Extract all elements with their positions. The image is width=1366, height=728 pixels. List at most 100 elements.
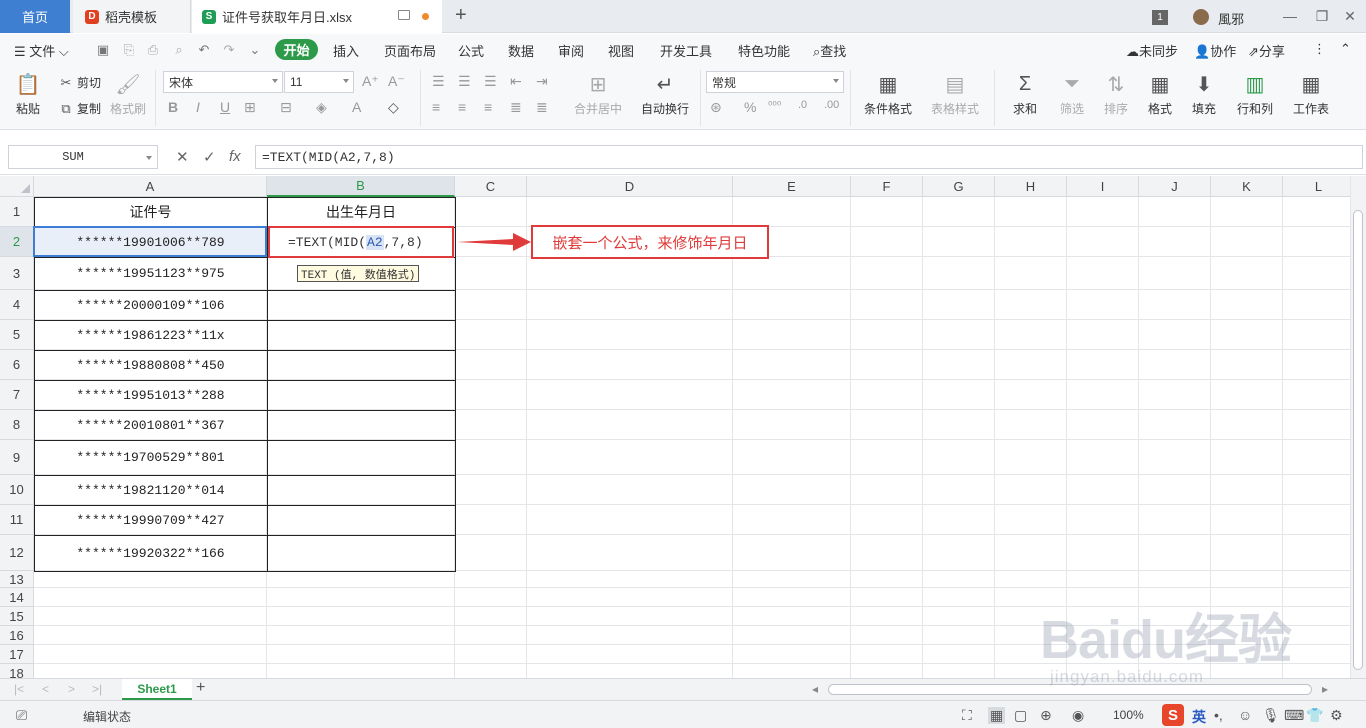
confirm-icon[interactable]: ✓ <box>203 148 216 166</box>
row-header-8[interactable]: 8 <box>0 410 34 440</box>
cell-b9[interactable] <box>267 440 455 475</box>
menu-formulas[interactable]: 公式 <box>458 41 484 60</box>
horizontal-scrollbar[interactable] <box>828 684 1312 695</box>
row-header-13[interactable]: 13 <box>0 571 34 588</box>
sheet-tab-sheet1[interactable]: Sheet1 <box>122 679 192 700</box>
menu-view[interactable]: 视图 <box>608 41 634 60</box>
menu-data[interactable]: 数据 <box>508 41 534 60</box>
indent-decrease-icon[interactable]: ⇤ <box>510 73 522 90</box>
worksheet-button[interactable]: ▦ 工作表 <box>1286 64 1336 117</box>
column-header-h[interactable]: H <box>995 176 1067 197</box>
merge-border-icon[interactable]: ⊟ <box>280 99 292 116</box>
cell-b5[interactable] <box>267 320 455 350</box>
export-icon[interactable]: ⎘ <box>122 43 136 56</box>
row-header-4[interactable]: 4 <box>0 290 34 320</box>
collapse-ribbon-icon[interactable]: ⌃ <box>1340 41 1351 57</box>
row-header-16[interactable]: 16 <box>0 626 34 645</box>
page-layout-view-icon[interactable]: ▢ <box>1014 707 1027 724</box>
undo-icon[interactable]: ↶ <box>197 43 211 56</box>
cell-a7[interactable]: ******19951013**288 <box>34 380 267 410</box>
border-icon[interactable]: ⊞ <box>244 99 256 116</box>
redo-icon[interactable]: ↷ <box>222 43 236 56</box>
fill-button[interactable]: ⬇ 填充 <box>1184 64 1224 117</box>
ime-logo-icon[interactable]: S <box>1162 704 1184 726</box>
menu-review[interactable]: 审阅 <box>558 41 584 60</box>
row-header-9[interactable]: 9 <box>0 440 34 475</box>
row-header-2[interactable]: 2 <box>0 227 34 257</box>
table-style-button[interactable]: ▤ 表格样式 <box>924 64 986 117</box>
user-avatar[interactable] <box>1193 9 1209 25</box>
menu-page-layout[interactable]: 页面布局 <box>384 41 436 60</box>
format-painter-button[interactable]: 🖌 格式刷 <box>108 64 148 117</box>
share-button[interactable]: ⇗分享 <box>1248 41 1285 60</box>
font-name-select[interactable]: 宋体 <box>163 71 283 93</box>
collaborate-button[interactable]: 👤协作 <box>1194 41 1236 60</box>
cell-b2-editor[interactable]: =TEXT(MID(A2,7,8) <box>268 226 454 258</box>
row-header-7[interactable]: 7 <box>0 380 34 410</box>
cell-b1[interactable]: 出生年月日 <box>267 197 455 227</box>
first-sheet-icon[interactable]: |< <box>14 682 24 696</box>
cell-a4[interactable]: ******20000109**106 <box>34 290 267 320</box>
vertical-scroll-thumb[interactable] <box>1353 210 1363 670</box>
row-header-1[interactable]: 1 <box>0 197 34 227</box>
ime-language[interactable]: 英 <box>1192 707 1206 727</box>
save-icon[interactable]: ▣ <box>96 43 110 56</box>
column-header-b[interactable]: B <box>267 176 455 197</box>
row-header-6[interactable]: 6 <box>0 350 34 380</box>
cell-b8[interactable] <box>267 410 455 440</box>
align-right-icon[interactable]: ≡ <box>484 99 492 115</box>
macro-record-icon[interactable]: ⎚ <box>16 707 27 724</box>
indent-increase-icon[interactable]: ⇥ <box>536 73 548 90</box>
merge-center-button[interactable]: ⊞ 合并居中 <box>566 64 630 117</box>
scroll-right-icon[interactable]: ▸ <box>1322 682 1328 696</box>
fullscreen-icon[interactable]: ⛶ <box>962 707 972 724</box>
cut-button[interactable]: ✂ 剪切 <box>58 74 101 91</box>
distribute-icon[interactable]: ≣ <box>536 99 548 116</box>
column-header-i[interactable]: I <box>1067 176 1139 197</box>
normal-view-icon[interactable]: ▦ <box>988 707 1006 724</box>
last-sheet-icon[interactable]: >| <box>92 682 102 696</box>
cell-b4[interactable] <box>267 290 455 320</box>
cell-a2[interactable]: ******19901006**789 <box>34 227 267 257</box>
cell-b12[interactable] <box>267 535 455 571</box>
eye-protection-icon[interactable]: ◉ <box>1072 707 1084 724</box>
row-header-3[interactable]: 3 <box>0 257 34 290</box>
column-header-f[interactable]: F <box>851 176 923 197</box>
cell-a5[interactable]: ******19861223**11x <box>34 320 267 350</box>
user-name[interactable]: 風邪 <box>1218 9 1244 28</box>
align-center-icon[interactable]: ≡ <box>458 99 466 115</box>
tools-icon[interactable]: ⚙ <box>1330 707 1343 724</box>
row-header-14[interactable]: 14 <box>0 588 34 607</box>
column-header-k[interactable]: K <box>1211 176 1283 197</box>
prev-sheet-icon[interactable]: < <box>42 682 49 696</box>
cell-a8[interactable]: ******20010801**367 <box>34 410 267 440</box>
row-header-17[interactable]: 17 <box>0 645 34 664</box>
tab-file[interactable]: S 证件号获取年月日.xlsx <box>192 0 442 33</box>
filter-button[interactable]: ⏷ 筛选 <box>1052 64 1092 117</box>
currency-icon[interactable]: ⊛ <box>710 99 722 116</box>
menu-start[interactable]: 开始 <box>275 39 318 60</box>
column-header-a[interactable]: A <box>34 176 267 197</box>
formula-reference[interactable]: A2 <box>366 234 384 250</box>
row-header-12[interactable]: 12 <box>0 535 34 571</box>
align-left-icon[interactable]: ≡ <box>432 99 440 115</box>
cell-b10[interactable] <box>267 475 455 505</box>
align-top-icon[interactable]: ☰ <box>432 73 445 90</box>
column-header-g[interactable]: G <box>923 176 995 197</box>
punctuation-icon[interactable]: •, <box>1214 707 1223 723</box>
cell-b11[interactable] <box>267 505 455 535</box>
formula-input[interactable]: =TEXT(MID(A2,7,8) <box>255 145 1363 169</box>
column-header-e[interactable]: E <box>733 176 851 197</box>
page-break-view-icon[interactable]: ⊕ <box>1040 707 1052 724</box>
cell-a1[interactable]: 证件号 <box>34 197 267 227</box>
row-col-button[interactable]: ▥ 行和列 <box>1230 64 1280 117</box>
wrap-text-button[interactable]: ↵ 自动换行 <box>636 64 694 117</box>
row-header-10[interactable]: 10 <box>0 475 34 505</box>
more-icon[interactable]: ⋮ <box>1313 41 1326 57</box>
row-header-11[interactable]: 11 <box>0 505 34 535</box>
window-count-badge[interactable]: 1 <box>1152 10 1168 25</box>
cancel-icon[interactable]: ✕ <box>176 148 189 166</box>
menu-developer[interactable]: 开发工具 <box>660 41 712 60</box>
cell-a12[interactable]: ******19920322**166 <box>34 535 267 571</box>
microphone-icon[interactable]: 🎙 <box>1262 707 1280 724</box>
